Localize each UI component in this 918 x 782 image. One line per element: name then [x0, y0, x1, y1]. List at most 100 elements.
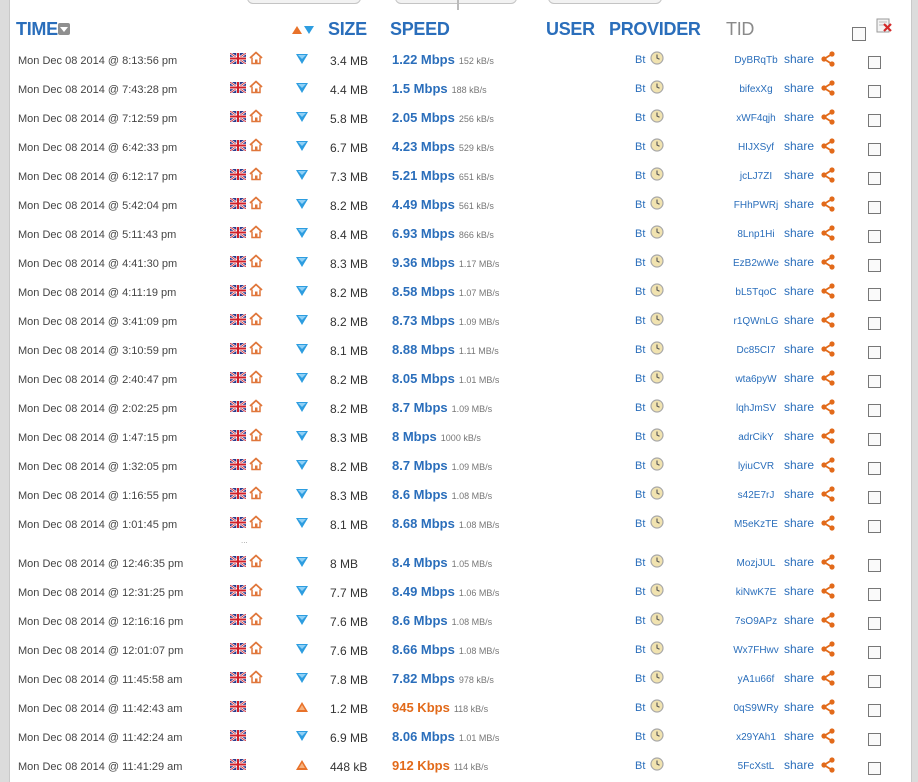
share-icon[interactable]: [820, 109, 836, 125]
row-provider[interactable]: Bt: [635, 586, 645, 598]
select-all-checkbox[interactable]: [852, 27, 866, 41]
result-row[interactable]: Mon Dec 08 2014 @ 1:16:55 pm 8.3 MB 8.6 Mb…: [10, 482, 910, 511]
share-link[interactable]: share: [784, 700, 814, 714]
row-checkbox[interactable]: [868, 288, 881, 301]
share-link[interactable]: share: [784, 400, 814, 414]
share-link[interactable]: share: [784, 516, 814, 530]
row-checkbox[interactable]: [868, 375, 881, 388]
sort-up-icon[interactable]: [292, 26, 302, 34]
share-icon[interactable]: [820, 399, 836, 415]
top-tab-2[interactable]: [395, 0, 517, 4]
row-checkbox[interactable]: [868, 433, 881, 446]
row-checkbox[interactable]: [868, 404, 881, 417]
share-icon[interactable]: [820, 80, 836, 96]
share-icon[interactable]: [820, 341, 836, 357]
row-provider[interactable]: Bt: [635, 460, 645, 472]
row-provider[interactable]: Bt: [635, 199, 645, 211]
result-row[interactable]: Mon Dec 08 2014 @ 1:32:05 pm 8.2 MB 8.7 Mb…: [10, 453, 910, 482]
header-tid[interactable]: TID: [726, 19, 754, 40]
share-link[interactable]: share: [784, 110, 814, 124]
row-provider[interactable]: Bt: [635, 228, 645, 240]
header-user[interactable]: USER: [546, 19, 595, 40]
result-row[interactable]: Mon Dec 08 2014 @ 4:11:19 pm 8.2 MB 8.58 M…: [10, 279, 910, 308]
row-provider[interactable]: Bt: [635, 702, 645, 714]
result-row[interactable]: Mon Dec 08 2014 @ 12:16:16 pm 7.6 MB 8.6 M…: [10, 608, 910, 637]
share-link[interactable]: share: [784, 487, 814, 501]
row-checkbox[interactable]: [868, 704, 881, 717]
result-row[interactable]: Mon Dec 08 2014 @ 7:43:28 pm 4.4 MB 1.5 Mb…: [10, 76, 910, 105]
share-icon[interactable]: [820, 757, 836, 773]
row-checkbox[interactable]: [868, 617, 881, 630]
result-row[interactable]: Mon Dec 08 2014 @ 5:42:04 pm 8.2 MB 4.49 M…: [10, 192, 910, 221]
row-provider[interactable]: Bt: [635, 402, 645, 414]
row-provider[interactable]: Bt: [635, 257, 645, 269]
share-icon[interactable]: [820, 670, 836, 686]
result-row[interactable]: Mon Dec 08 2014 @ 1:01:45 pm 8.1 MB 8.68 M…: [10, 511, 910, 540]
result-row[interactable]: Mon Dec 08 2014 @ 12:46:35 pm 8 MB 8.4 Mbp…: [10, 550, 910, 579]
row-provider[interactable]: Bt: [635, 644, 645, 656]
row-provider[interactable]: Bt: [635, 731, 645, 743]
row-checkbox[interactable]: [868, 675, 881, 688]
share-link[interactable]: share: [784, 52, 814, 66]
row-checkbox[interactable]: [868, 588, 881, 601]
top-tab-1[interactable]: [247, 0, 361, 4]
result-row[interactable]: Mon Dec 08 2014 @ 2:40:47 pm 8.2 MB 8.05 M…: [10, 366, 910, 395]
row-checkbox[interactable]: [868, 201, 881, 214]
share-link[interactable]: share: [784, 371, 814, 385]
row-checkbox[interactable]: [868, 85, 881, 98]
result-row[interactable]: Mon Dec 08 2014 @ 11:41:29 am 448 kB 912 K…: [10, 753, 910, 782]
row-provider[interactable]: Bt: [635, 373, 645, 385]
row-checkbox[interactable]: [868, 143, 881, 156]
row-provider[interactable]: Bt: [635, 615, 645, 627]
share-icon[interactable]: [820, 51, 836, 67]
header-provider[interactable]: PROVIDER: [609, 19, 701, 40]
share-icon[interactable]: [820, 138, 836, 154]
row-provider[interactable]: Bt: [635, 760, 645, 772]
share-icon[interactable]: [820, 515, 836, 531]
share-link[interactable]: share: [784, 613, 814, 627]
share-icon[interactable]: [820, 283, 836, 299]
share-icon[interactable]: [820, 554, 836, 570]
share-link[interactable]: share: [784, 168, 814, 182]
share-icon[interactable]: [820, 583, 836, 599]
result-row[interactable]: Mon Dec 08 2014 @ 3:10:59 pm 8.1 MB 8.88 M…: [10, 337, 910, 366]
share-link[interactable]: share: [784, 342, 814, 356]
share-link[interactable]: share: [784, 555, 814, 569]
share-icon[interactable]: [820, 312, 836, 328]
header-size[interactable]: SIZE: [328, 19, 367, 40]
row-checkbox[interactable]: [868, 56, 881, 69]
result-row[interactable]: Mon Dec 08 2014 @ 6:12:17 pm 7.3 MB 5.21 M…: [10, 163, 910, 192]
share-icon[interactable]: [820, 196, 836, 212]
row-provider[interactable]: Bt: [635, 344, 645, 356]
result-row[interactable]: Mon Dec 08 2014 @ 11:42:43 am 1.2 MB 945 K…: [10, 695, 910, 724]
row-checkbox[interactable]: [868, 646, 881, 659]
share-link[interactable]: share: [784, 139, 814, 153]
row-checkbox[interactable]: [868, 462, 881, 475]
share-link[interactable]: share: [784, 584, 814, 598]
header-speed[interactable]: SPEED: [390, 19, 450, 40]
row-checkbox[interactable]: [868, 346, 881, 359]
result-row[interactable]: Mon Dec 08 2014 @ 11:42:24 am 6.9 MB 8.06 …: [10, 724, 910, 753]
row-checkbox[interactable]: [868, 520, 881, 533]
header-time[interactable]: TIME: [16, 19, 58, 40]
row-provider[interactable]: Bt: [635, 315, 645, 327]
result-row[interactable]: Mon Dec 08 2014 @ 2:02:25 pm 8.2 MB 8.7 Mb…: [10, 395, 910, 424]
share-icon[interactable]: [820, 457, 836, 473]
top-tab-3[interactable]: [548, 0, 662, 4]
row-provider[interactable]: Bt: [635, 518, 645, 530]
share-icon[interactable]: [820, 428, 836, 444]
share-icon[interactable]: [820, 699, 836, 715]
result-row[interactable]: Mon Dec 08 2014 @ 5:11:43 pm 8.4 MB 6.93 M…: [10, 221, 910, 250]
result-row[interactable]: Mon Dec 08 2014 @ 7:12:59 pm 5.8 MB 2.05 M…: [10, 105, 910, 134]
share-icon[interactable]: [820, 728, 836, 744]
share-link[interactable]: share: [784, 729, 814, 743]
result-row[interactable]: Mon Dec 08 2014 @ 4:41:30 pm 8.3 MB 9.36 M…: [10, 250, 910, 279]
row-checkbox[interactable]: [868, 491, 881, 504]
result-row[interactable]: Mon Dec 08 2014 @ 12:31:25 pm 7.7 MB 8.49 …: [10, 579, 910, 608]
row-provider[interactable]: Bt: [635, 286, 645, 298]
row-provider[interactable]: Bt: [635, 557, 645, 569]
row-provider[interactable]: Bt: [635, 112, 645, 124]
share-link[interactable]: share: [784, 642, 814, 656]
row-provider[interactable]: Bt: [635, 489, 645, 501]
share-link[interactable]: share: [784, 758, 814, 772]
